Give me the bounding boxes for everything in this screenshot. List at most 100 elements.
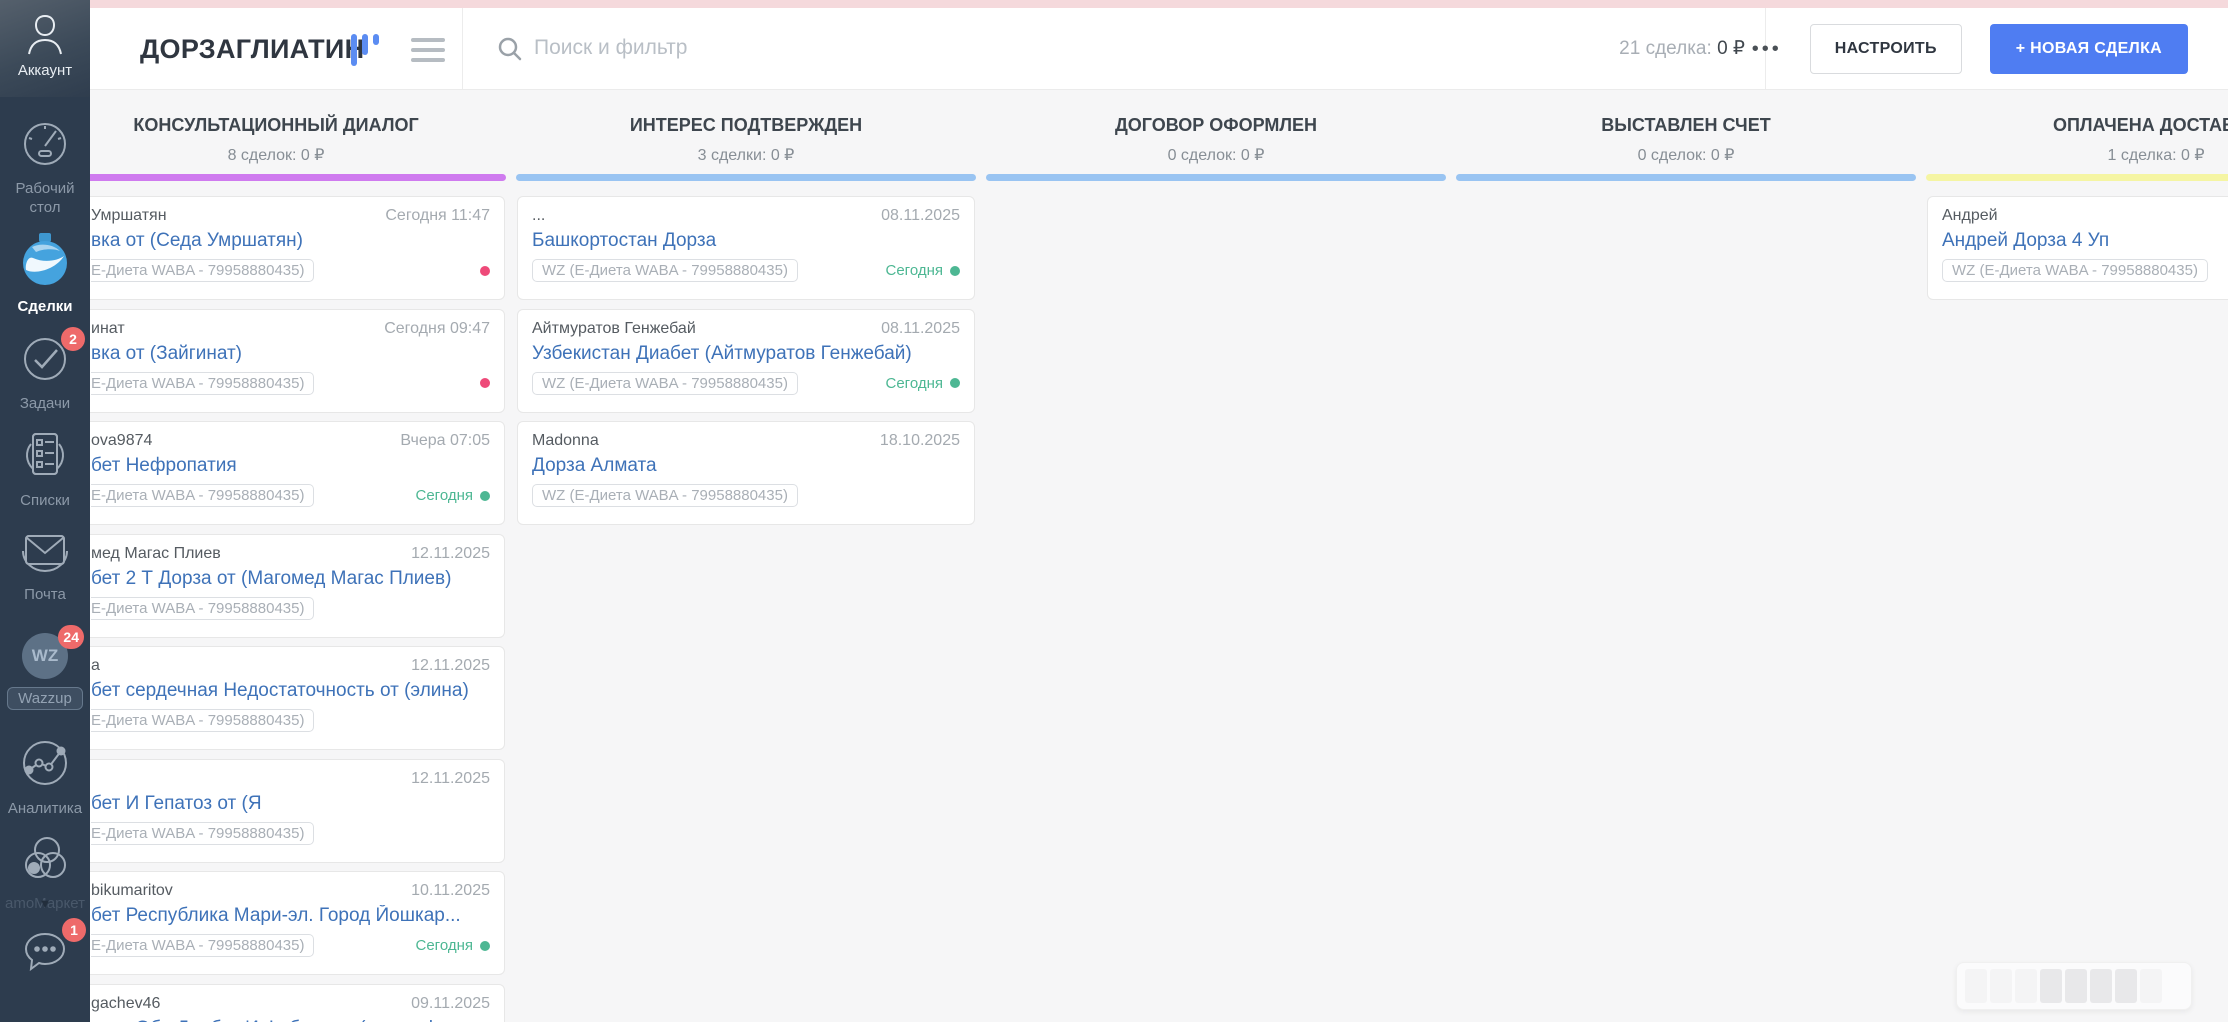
more-menu-button[interactable]: ••• xyxy=(1752,38,1782,61)
search-icon xyxy=(497,36,523,62)
column-underline xyxy=(986,174,1446,181)
column-count: 0 сделок: 0 ₽ xyxy=(1167,147,1265,164)
deal-source-tag: Е-Диета WABA - 79958880435) xyxy=(91,934,315,957)
setup-button[interactable]: НАСТРОИТЬ xyxy=(1809,24,1962,74)
sidebar: Аккаунт Рабочий стол Сделки 2 Задачи Списки П… xyxy=(0,0,90,1022)
deal-card[interactable]: ova9874 Вчера 07:05 бет Нефропатия Е-Диета … xyxy=(47,421,505,525)
deal-source-tag: WZ (Е-Диета WABA - 79958880435) xyxy=(532,371,798,395)
deal-contact-name: gachev46 xyxy=(91,994,161,1012)
check-circle-icon: 2 xyxy=(21,327,85,383)
sidebar-item-списки[interactable]: Списки xyxy=(0,430,90,510)
deal-source-tag: Е-Диета WABA - 79958880435) xyxy=(91,596,315,620)
column-title: ОПЛАЧЕНА ДОСТАВКА xyxy=(2052,115,2228,135)
deal-card[interactable]: Айтмуратов Генжебай 08.11.2025 Узбекистан … xyxy=(517,308,975,413)
column-header: ДОГОВОР ОФОРМЛЕН 0 сделок: 0 ₽ xyxy=(986,90,1446,181)
deal-contact-name: а xyxy=(91,657,100,674)
minimap-segment xyxy=(1965,969,1987,1003)
deal-title-link[interactable]: Узбекистан Диабет (Айтмуратов Генжебай) xyxy=(532,343,960,365)
header-divider xyxy=(462,8,463,89)
deal-source-tag: Е-Диета WABA - 79958880435) xyxy=(91,484,315,507)
deal-card[interactable]: 12.11.2025 бет И Гепатоз от (Я Е-Диета WAB… xyxy=(47,758,505,863)
deal-card[interactable]: Андрей Андрей Дорза 4 Уп WZ (Е-Диета WABA … xyxy=(1927,196,2228,300)
column-title: ИНТЕРЕС ПОДТВЕРЖДЕН xyxy=(629,115,863,135)
sidebar-item-amoмаркет[interactable]: amoМаркет ▼ xyxy=(0,834,90,912)
sidebar-item-сделки[interactable]: Сделки xyxy=(0,232,90,316)
sidebar-item-рабочий стол[interactable]: Рабочий стол xyxy=(0,120,90,217)
deal-status: Сегодня xyxy=(416,487,490,504)
deal-title-link[interactable]: вка от (Седа Умршатян) xyxy=(91,230,490,252)
deal-status-label: Сегодня xyxy=(415,937,474,954)
deal-card[interactable]: ... 08.11.2025 Башкортостан Дорза WZ (Е-Дие… xyxy=(517,196,975,300)
deal-contact-name: Айтмуратов Генжебай xyxy=(532,319,696,337)
deal-title-link[interactable]: бет сердечная Недостаточность от (элина) xyxy=(91,680,490,702)
deal-title-link[interactable]: бет И Гепатоз от (Я xyxy=(91,793,490,815)
deal-title-link[interactable]: Андрей Дорза 4 Уп xyxy=(1942,230,2228,252)
column-underline xyxy=(1456,174,1916,181)
wz-circle-icon: WZ 24 xyxy=(22,625,84,679)
sidebar-item-label: Почта xyxy=(24,586,66,603)
deal-card[interactable]: Умршатян Сегодня 11:47 вка от (Седа Умршат… xyxy=(47,196,505,300)
deals-sphere-icon xyxy=(20,232,70,286)
deal-card[interactable]: мед Магас Плиев 12.11.2025 бет 2 Т Дорза о… xyxy=(47,533,505,638)
deal-status-label: Сегодня xyxy=(885,262,944,279)
column-count: 3 сделки: 0 ₽ xyxy=(697,147,795,164)
minimap-segment xyxy=(2065,969,2087,1003)
minimap-segment xyxy=(1990,969,2012,1003)
deal-date: Сегодня 09:47 xyxy=(384,319,490,337)
account-avatar xyxy=(0,8,90,60)
pipeline-view-toggle-icon[interactable] xyxy=(351,34,391,68)
sidebar-item-задачи[interactable]: 2 Задачи xyxy=(0,327,90,413)
sidebar-item-аналитика[interactable]: Аналитика xyxy=(0,738,90,818)
sidebar-item-почта[interactable]: Почта xyxy=(0,528,90,604)
sidebar-item-chat[interactable]: 1 xyxy=(0,918,90,981)
column-count: 0 сделок: 0 ₽ xyxy=(1637,147,1735,164)
search-input[interactable] xyxy=(534,26,1584,70)
column-header: ИНТЕРЕС ПОДТВЕРЖДЕН 3 сделки: 0 ₽ xyxy=(516,90,976,181)
market-circles-icon xyxy=(19,834,71,884)
deal-source-tag: Е-Диета WABA - 79958880435) xyxy=(91,371,315,395)
deal-contact-name: ova9874 xyxy=(91,432,153,449)
column-title: ДОГОВОР ОФОРМЛЕН xyxy=(1114,115,1318,135)
deal-date: 12.11.2025 xyxy=(411,544,490,562)
new-deal-button[interactable]: + НОВАЯ СДЕЛКА xyxy=(1989,24,2188,74)
deal-title-link[interactable]: Дорза Алмата xyxy=(532,455,960,477)
minimap-segment xyxy=(2115,969,2137,1003)
deal-title-link[interactable]: Башкортостан Дорза xyxy=(532,230,960,252)
sidebar-item-label: Задачи xyxy=(19,395,71,412)
deal-contact-name: Андрей xyxy=(1942,207,1998,224)
deal-card[interactable]: инат Сегодня 09:47 вка от (Зайгинат) Е-Диет… xyxy=(47,308,505,413)
notification-badge: 2 xyxy=(61,327,85,351)
deal-card[interactable]: а 12.11.2025 бет сердечная Недостаточность… xyxy=(47,646,505,750)
mail-envelope-icon xyxy=(19,528,71,574)
deal-status: Сегодня xyxy=(885,262,960,279)
column-title: КОНСУЛЬТАЦИОННЫЙ ДИАЛОГ xyxy=(133,115,419,135)
deal-card[interactable]: gachev46 09.11.2025 ская Обл Диабет И Фибр… xyxy=(47,983,505,1022)
chevron-down-icon[interactable]: ▼ xyxy=(39,896,52,911)
deal-title-link[interactable]: бет Нефропатия xyxy=(91,455,490,477)
board-scroll-minimap[interactable] xyxy=(1956,962,2192,1010)
deal-contact-name: bikumaritov xyxy=(91,882,173,899)
deal-date: 10.11.2025 xyxy=(411,882,490,899)
green-dot-icon xyxy=(480,940,490,951)
deal-contact-name: мед Магас Плиев xyxy=(91,544,221,562)
column-header: ВЫСТАВЛЕН СЧЕТ 0 сделок: 0 ₽ xyxy=(1456,90,1916,181)
deal-title-link[interactable]: бет Республика Мари-эл. Город Йошкар... xyxy=(91,905,490,927)
deal-title-link[interactable]: бет 2 Т Дорза от (Магомед Магас Плиев) xyxy=(91,568,490,590)
deal-card[interactable]: bikumaritov 10.11.2025 бет Республика Мари… xyxy=(47,871,505,975)
sidebar-item-label: Wazzup xyxy=(7,687,83,710)
deal-title-link[interactable]: вка от (Зайгинат) xyxy=(91,343,490,365)
green-dot-icon xyxy=(950,265,960,276)
lists-clipboard-icon xyxy=(21,430,69,480)
dashboard-gauge-icon xyxy=(21,120,69,168)
deal-title-link[interactable]: ская Обл Диабет И Фиброз от (morgach... xyxy=(91,1018,490,1022)
deal-card[interactable]: Madonna 18.10.2025 Дорза Алмата WZ (Е-Диета… xyxy=(517,421,975,525)
column-header: ОПЛАЧЕНА ДОСТАВКА 1 сделка: 0 ₽ xyxy=(1926,90,2228,181)
deal-source-tag: Е-Диета WABA - 79958880435) xyxy=(91,259,315,282)
sidebar-item-wazzup[interactable]: WZ 24 Wazzup xyxy=(0,625,90,710)
sidebar-item-account[interactable]: Аккаунт xyxy=(0,0,90,97)
deal-contact-name: Madonna xyxy=(532,432,599,449)
deal-status: Сегодня xyxy=(886,375,960,392)
list-view-toggle-icon[interactable] xyxy=(411,38,445,68)
pipeline-title: ДОРЗАГЛИАТИН xyxy=(140,34,365,64)
column-headers: КОНСУЛЬТАЦИОННЫЙ ДИАЛОГ 8 сделок: 0 ₽ ИНТЕ… xyxy=(46,90,2228,196)
